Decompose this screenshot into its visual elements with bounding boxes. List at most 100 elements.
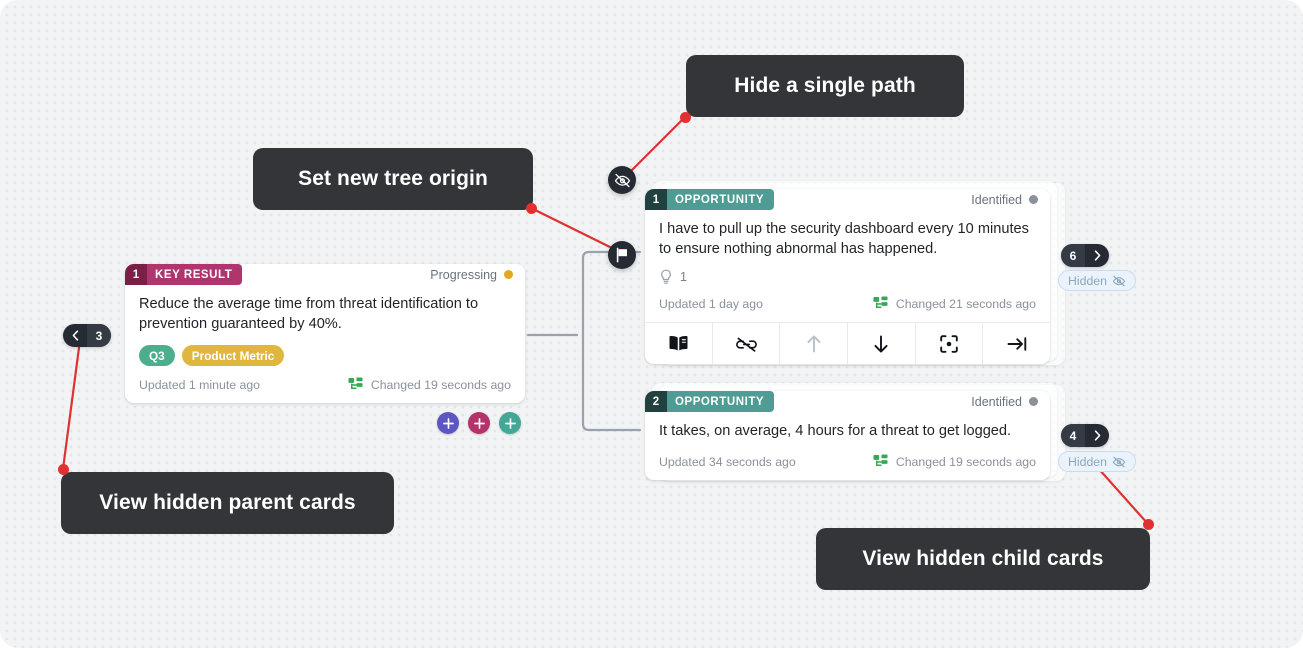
tree-change-icon	[873, 454, 888, 467]
hidden-parents-pill[interactable]: 3	[63, 324, 111, 347]
tooltip-view-hidden-child-cards: View hidden child cards	[816, 528, 1150, 590]
add-idea-button[interactable]	[499, 412, 521, 434]
arrow-to-line-icon	[1007, 337, 1026, 351]
opportunity-1-card-header: 1 OPPORTUNITY Identified	[645, 189, 1050, 210]
tree-change-icon	[348, 377, 363, 390]
key-result-meta-row: Updated 1 minute ago Changed 19 seconds …	[125, 366, 525, 403]
key-result-type-badge: 1 KEY RESULT	[125, 264, 243, 285]
lightbulb-icon	[661, 269, 671, 285]
status-dot-icon	[1029, 195, 1038, 204]
chevron-right-icon[interactable]	[1085, 424, 1109, 447]
add-solution-button[interactable]	[437, 412, 459, 434]
opportunity-1-type-badge: 1 OPPORTUNITY	[645, 189, 775, 210]
key-result-changed-label: Changed 19 seconds ago	[370, 377, 511, 392]
opportunity-tree-canvas[interactable]: 1 KEY RESULT Progressing Reduce the aver…	[0, 0, 1303, 648]
opportunity-2-meta-row: Updated 34 seconds ago Changed 19 second…	[645, 441, 1050, 480]
plus-icon	[442, 417, 454, 429]
opportunity-1-title: I have to pull up the security dashboard…	[659, 221, 1029, 258]
book-icon	[669, 335, 688, 351]
key-result-badge-label: KEY RESULT	[147, 264, 243, 285]
opportunity-1-badge-number: 1	[645, 189, 667, 210]
opportunity-1-status: Identified	[971, 193, 1050, 207]
chevron-right-icon[interactable]	[1085, 244, 1109, 267]
eye-slash-icon	[1112, 275, 1126, 286]
key-result-changed: Changed 19 seconds ago	[348, 377, 511, 392]
hidden-children-1-count[interactable]: 6	[1061, 244, 1085, 267]
move-down-button[interactable]	[848, 323, 916, 365]
tooltip-set-new-tree-origin: Set new tree origin	[253, 148, 533, 210]
key-result-status: Progressing	[430, 268, 525, 282]
hidden-children-1-pill[interactable]: 6	[1061, 244, 1109, 267]
tooltip-set-new-tree-origin-label: Set new tree origin	[298, 167, 488, 190]
opportunity-2-badge-number: 2	[645, 391, 667, 412]
open-book-button[interactable]	[645, 323, 713, 365]
pointer-dot-hidden-children	[1143, 519, 1154, 530]
opportunity-2-updated-label: Updated 34 seconds ago	[659, 454, 796, 469]
hidden-children-1-label: Hidden	[1068, 273, 1107, 288]
add-opportunity-button[interactable]	[468, 412, 490, 434]
focus-target-icon	[940, 335, 958, 353]
opportunity-1-badge-label: OPPORTUNITY	[667, 189, 775, 210]
tooltip-view-hidden-parent-cards-label: View hidden parent cards	[99, 491, 356, 514]
key-result-badge-number: 1	[125, 264, 147, 285]
hidden-children-1-badge: Hidden	[1058, 270, 1136, 291]
hidden-children-2-label: Hidden	[1068, 454, 1107, 469]
key-result-title: Reduce the average time from threat iden…	[139, 296, 479, 333]
add-buttons-row	[437, 412, 521, 434]
key-result-status-label: Progressing	[430, 267, 497, 282]
tag-metric-type[interactable]: Product Metric	[181, 345, 285, 367]
focus-button[interactable]	[916, 323, 984, 365]
opportunity-1-ideas-row: 1	[645, 259, 1050, 285]
set-origin-button[interactable]	[983, 323, 1050, 364]
key-result-tag-row: Q3 Product Metric	[125, 334, 525, 367]
tooltip-view-hidden-child-cards-label: View hidden child cards	[862, 547, 1104, 570]
hidden-children-2-pill[interactable]: 4	[1061, 424, 1109, 447]
opportunity-1-action-bar	[645, 322, 1050, 365]
opportunity-1-meta-row: Updated 1 day ago Changed 21 seconds ago	[645, 285, 1050, 322]
hidden-children-2-badge: Hidden	[1058, 451, 1136, 472]
broken-link-icon	[735, 337, 757, 352]
set-tree-origin-button[interactable]	[608, 241, 636, 269]
leader-hide-path	[624, 115, 687, 178]
opportunity-1-card[interactable]: 1 OPPORTUNITY Identified I have to pull …	[645, 189, 1050, 365]
tag-quarter[interactable]: Q3	[139, 345, 175, 367]
plus-icon	[473, 417, 485, 429]
leader-view-hidden-children	[1096, 466, 1150, 526]
eye-slash-icon	[1112, 456, 1126, 467]
opportunity-2-type-badge: 2 OPPORTUNITY	[645, 391, 775, 412]
opportunity-2-card[interactable]: 2 OPPORTUNITY Identified It takes, on av…	[645, 391, 1050, 481]
move-up-button[interactable]	[780, 323, 849, 365]
hidden-children-2-count[interactable]: 4	[1061, 424, 1085, 447]
opportunity-2-changed: Changed 19 seconds ago	[873, 454, 1036, 469]
flag-icon	[616, 247, 627, 263]
opportunity-2-badge-label: OPPORTUNITY	[667, 391, 775, 412]
opportunity-1-changed-label: Changed 21 seconds ago	[895, 296, 1036, 311]
hidden-parents-count[interactable]: 3	[87, 324, 111, 347]
opportunity-2-card-header: 2 OPPORTUNITY Identified	[645, 391, 1050, 412]
unlink-button[interactable]	[713, 323, 781, 365]
opportunity-2-changed-label: Changed 19 seconds ago	[895, 454, 1036, 469]
status-dot-icon	[1029, 397, 1038, 406]
opportunity-2-title: It takes, on average, 4 hours for a thre…	[659, 423, 1012, 439]
opportunity-1-status-label: Identified	[971, 192, 1022, 207]
pointer-dot-hidden-parents	[58, 464, 69, 475]
opportunity-1-changed: Changed 21 seconds ago	[873, 296, 1036, 311]
key-result-card-header: 1 KEY RESULT Progressing	[125, 264, 525, 285]
opportunity-2-status-label: Identified	[971, 394, 1022, 409]
chevron-left-icon[interactable]	[63, 324, 87, 347]
pointer-dot-hide-path	[680, 112, 691, 123]
arrow-up-icon	[807, 335, 821, 353]
opportunity-2-status: Identified	[971, 395, 1050, 409]
tooltip-view-hidden-parent-cards: View hidden parent cards	[61, 472, 394, 534]
key-result-updated-label: Updated 1 minute ago	[139, 377, 261, 392]
opportunity-1-ideas-count: 1	[680, 270, 687, 285]
tree-change-icon	[873, 296, 888, 309]
status-dot-icon	[504, 270, 513, 279]
eye-slash-icon	[614, 173, 630, 187]
tooltip-hide-single-path: Hide a single path	[686, 55, 964, 117]
hide-path-button[interactable]	[608, 166, 636, 194]
opportunity-1-updated-label: Updated 1 day ago	[659, 296, 763, 311]
leader-view-hidden-parents	[61, 338, 82, 471]
key-result-card[interactable]: 1 KEY RESULT Progressing Reduce the aver…	[125, 264, 525, 404]
tooltip-hide-single-path-label: Hide a single path	[734, 74, 916, 97]
